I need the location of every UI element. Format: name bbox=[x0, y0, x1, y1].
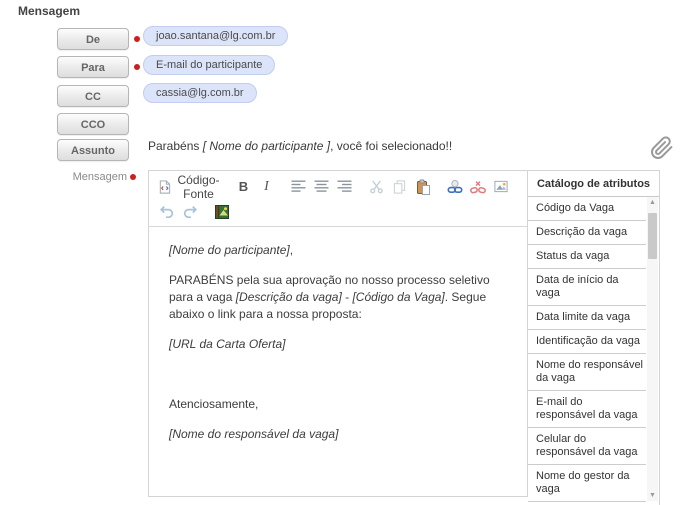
de-required-indicator bbox=[134, 36, 140, 42]
mensagem-required-indicator bbox=[130, 174, 136, 180]
align-left-button[interactable] bbox=[287, 176, 310, 198]
text-segment: , bbox=[290, 243, 293, 257]
toolbar-group bbox=[287, 176, 356, 198]
para-required-indicator bbox=[134, 64, 140, 70]
mensagem-field-label: Mensagem bbox=[50, 171, 136, 183]
placeholder-variable: [ Nome do participante ] bbox=[203, 139, 330, 153]
unlink-button[interactable] bbox=[466, 176, 489, 198]
de-button[interactable]: De bbox=[57, 28, 129, 50]
text-segment: Parabéns bbox=[148, 139, 203, 153]
cc-recipient-chip[interactable]: cassia@lg.com.br bbox=[143, 83, 257, 103]
scroll-down-icon[interactable]: ▼ bbox=[647, 490, 658, 501]
paste-button[interactable] bbox=[411, 176, 434, 198]
catalog-item[interactable]: Data de início da vaga bbox=[528, 269, 646, 306]
toolbar-group bbox=[443, 176, 512, 198]
redo-button[interactable] bbox=[178, 201, 201, 223]
source-button[interactable]: Código-Fonte bbox=[155, 176, 223, 198]
text-segment: , você foi selecionado!! bbox=[330, 139, 452, 153]
redo-icon bbox=[182, 204, 198, 220]
body-paragraph: PARABÉNS pela sua aprovação no nosso pro… bbox=[169, 272, 507, 323]
assunto-button[interactable]: Assunto bbox=[57, 139, 129, 161]
align-right-button[interactable] bbox=[333, 176, 356, 198]
align-center-icon bbox=[314, 180, 329, 193]
align-left-icon bbox=[291, 180, 306, 193]
placeholder-variable: [URL da Carta Oferta] bbox=[169, 337, 286, 351]
rich-text-editor: Código-Fonte BI [Nome do participante], PA… bbox=[148, 170, 528, 497]
copy-icon bbox=[392, 179, 407, 195]
body-paragraph bbox=[169, 366, 507, 383]
toolbar-group: Código-Fonte bbox=[155, 176, 223, 198]
editor-body[interactable]: [Nome do participante], PARABÉNS pela sua… bbox=[149, 227, 527, 471]
toolbar-row-2 bbox=[155, 199, 521, 224]
scrollbar-thumb[interactable] bbox=[648, 213, 657, 259]
toolbar-group bbox=[365, 176, 434, 198]
scroll-up-icon[interactable]: ▲ bbox=[647, 197, 658, 208]
catalog-item[interactable]: Status da vaga bbox=[528, 245, 646, 269]
body-paragraph: [Nome do participante], bbox=[169, 242, 507, 259]
catalog-item[interactable]: Data limite da vaga bbox=[528, 306, 646, 330]
link-button[interactable] bbox=[443, 176, 466, 198]
catalog-item[interactable]: Celular do responsável da vaga bbox=[528, 428, 646, 465]
placeholder-variable: [Nome do responsável da vaga] bbox=[169, 427, 338, 441]
paperclip-icon[interactable] bbox=[650, 136, 676, 162]
message-template-page: Mensagem De joao.santana@lg.com.br Para … bbox=[0, 0, 692, 505]
toolbar-group bbox=[210, 201, 233, 223]
catalog-item[interactable]: Identificação da vaga bbox=[528, 330, 646, 354]
catalog-item[interactable]: Descrição da vaga bbox=[528, 221, 646, 245]
copy-button[interactable] bbox=[388, 176, 411, 198]
undo-icon bbox=[159, 204, 175, 220]
align-center-button[interactable] bbox=[310, 176, 333, 198]
catalog-item[interactable]: Nome do gestor da vaga bbox=[528, 465, 646, 502]
para-recipient-chip[interactable]: E-mail do participante bbox=[143, 55, 275, 75]
page-title: Mensagem bbox=[18, 4, 80, 18]
cc-button[interactable]: CC bbox=[57, 85, 129, 107]
cut-icon bbox=[369, 179, 384, 194]
toolbar-group bbox=[155, 201, 201, 223]
link-icon bbox=[447, 179, 463, 195]
catalog-item[interactable]: Código da Vaga bbox=[528, 197, 646, 221]
undo-button[interactable] bbox=[155, 201, 178, 223]
italic-button[interactable]: I bbox=[255, 176, 278, 198]
cut-button[interactable] bbox=[365, 176, 388, 198]
catalog-item[interactable]: E-mail do responsável da vaga bbox=[528, 391, 646, 428]
catalog-list: Código da VagaDescrição da vagaStatus da… bbox=[528, 197, 646, 505]
subject-field[interactable]: Parabéns [ Nome do participante ], você … bbox=[148, 139, 452, 153]
catalog-title: Catálogo de atributos bbox=[528, 171, 659, 197]
toolbar-row-1: Código-Fonte BI bbox=[155, 174, 521, 199]
editor-toolbar: Código-Fonte BI bbox=[149, 171, 527, 227]
body-paragraph: [URL da Carta Oferta] bbox=[169, 336, 507, 353]
catalog-item[interactable]: Nome do responsável da vaga bbox=[528, 354, 646, 391]
de-recipient-chip[interactable]: joao.santana@lg.com.br bbox=[143, 26, 288, 46]
bold-button[interactable]: B bbox=[232, 176, 255, 198]
placeholder-variable: [Nome do participante] bbox=[169, 243, 290, 257]
insert-photo-button[interactable] bbox=[210, 201, 233, 223]
attribute-catalog-panel: Catálogo de atributos Código da VagaDesc… bbox=[528, 170, 660, 505]
catalog-scrollbar[interactable]: ▲ ▼ bbox=[647, 197, 658, 501]
placeholder-variable: [Código da Vaga] bbox=[352, 290, 444, 304]
toolbar-group: BI bbox=[232, 176, 278, 198]
text-segment: Atenciosamente, bbox=[169, 397, 258, 411]
source-icon bbox=[157, 179, 172, 195]
toolbar-button-label: Código-Fonte bbox=[176, 173, 221, 201]
cco-button[interactable]: CCO bbox=[57, 113, 129, 135]
image-icon bbox=[493, 179, 509, 194]
image-button[interactable] bbox=[489, 176, 512, 198]
placeholder-variable: [Descrição da vaga] bbox=[236, 290, 342, 304]
text-segment: - bbox=[342, 290, 353, 304]
body-paragraph: Atenciosamente, bbox=[169, 396, 507, 413]
para-button[interactable]: Para bbox=[57, 56, 129, 78]
paste-icon bbox=[415, 179, 431, 195]
unlink-icon bbox=[470, 179, 486, 195]
body-paragraph: [Nome do responsável da vaga] bbox=[169, 426, 507, 443]
align-right-icon bbox=[337, 180, 352, 193]
photo-album-icon bbox=[214, 204, 230, 220]
